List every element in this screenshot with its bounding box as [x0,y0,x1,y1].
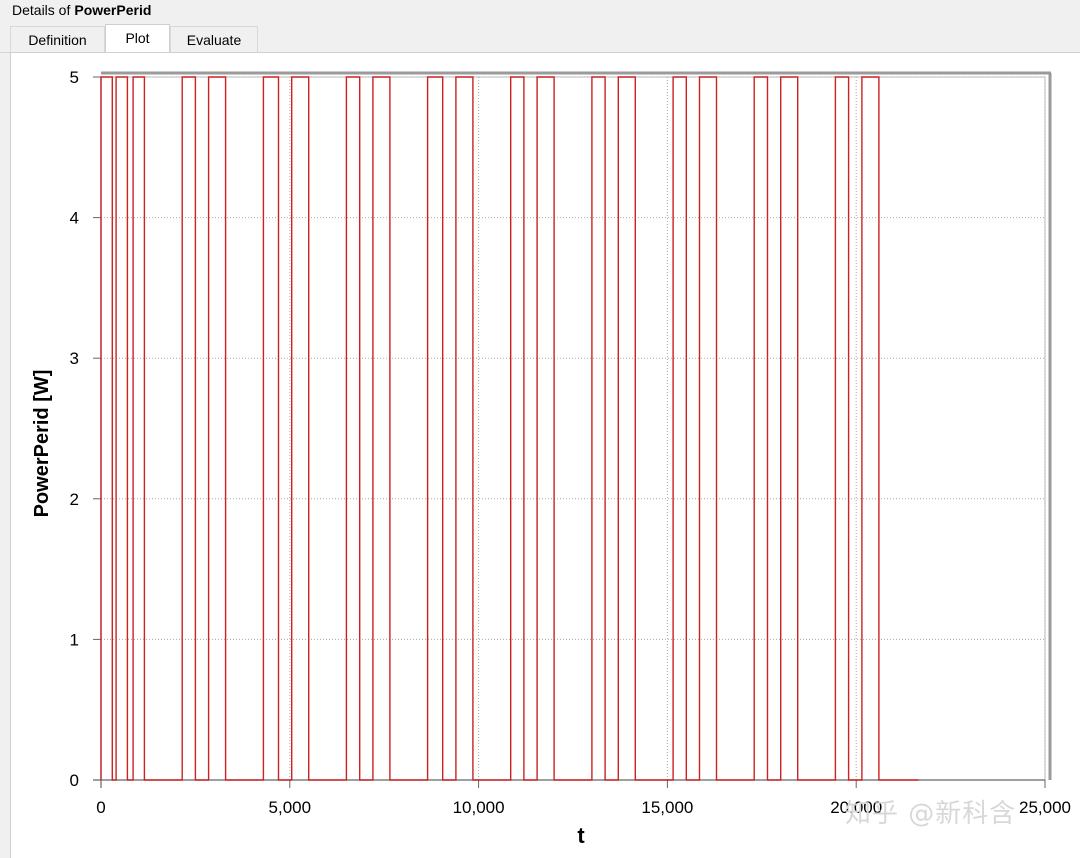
tab-plot[interactable]: Plot [105,24,170,53]
tab-bar: Definition Plot Evaluate [0,24,1080,53]
y-tick-label: 0 [70,771,79,790]
y-tick-label: 3 [70,349,79,368]
y-tick-label: 2 [70,490,79,509]
x-tick-label: 10,000 [453,798,505,817]
x-tick-label: 5,000 [269,798,312,817]
x-tick-label: 15,000 [641,798,693,817]
variable-name: PowerPerid [74,2,152,18]
x-tick-label: 25,000 [1019,798,1071,817]
plot-frame [100,76,1046,781]
y-tick-label: 5 [70,68,79,87]
x-axis-label: t [577,823,585,848]
watermark: 知乎 @新科含 [845,799,1017,829]
y-tick-label: 4 [70,209,79,228]
plot-panel: 0 1 2 3 4 5 0 5,000 10,000 15,000 20,000 25,000 t Pow… [10,52,1080,858]
details-title-bar: Details of PowerPerid [0,0,1080,22]
plot-area[interactable]: 0123450 5,000 10,000 15,000 20,000 25,000tPow… [11,53,1080,858]
x-tick-label: 0 [96,798,105,817]
tab-evaluate[interactable]: Evaluate [170,26,258,52]
y-tick-label: 1 [70,630,79,649]
details-title: Details of PowerPerid [12,2,152,18]
tab-definition[interactable]: Definition [10,26,105,52]
y-axis-label: PowerPerid [W] [31,370,53,518]
